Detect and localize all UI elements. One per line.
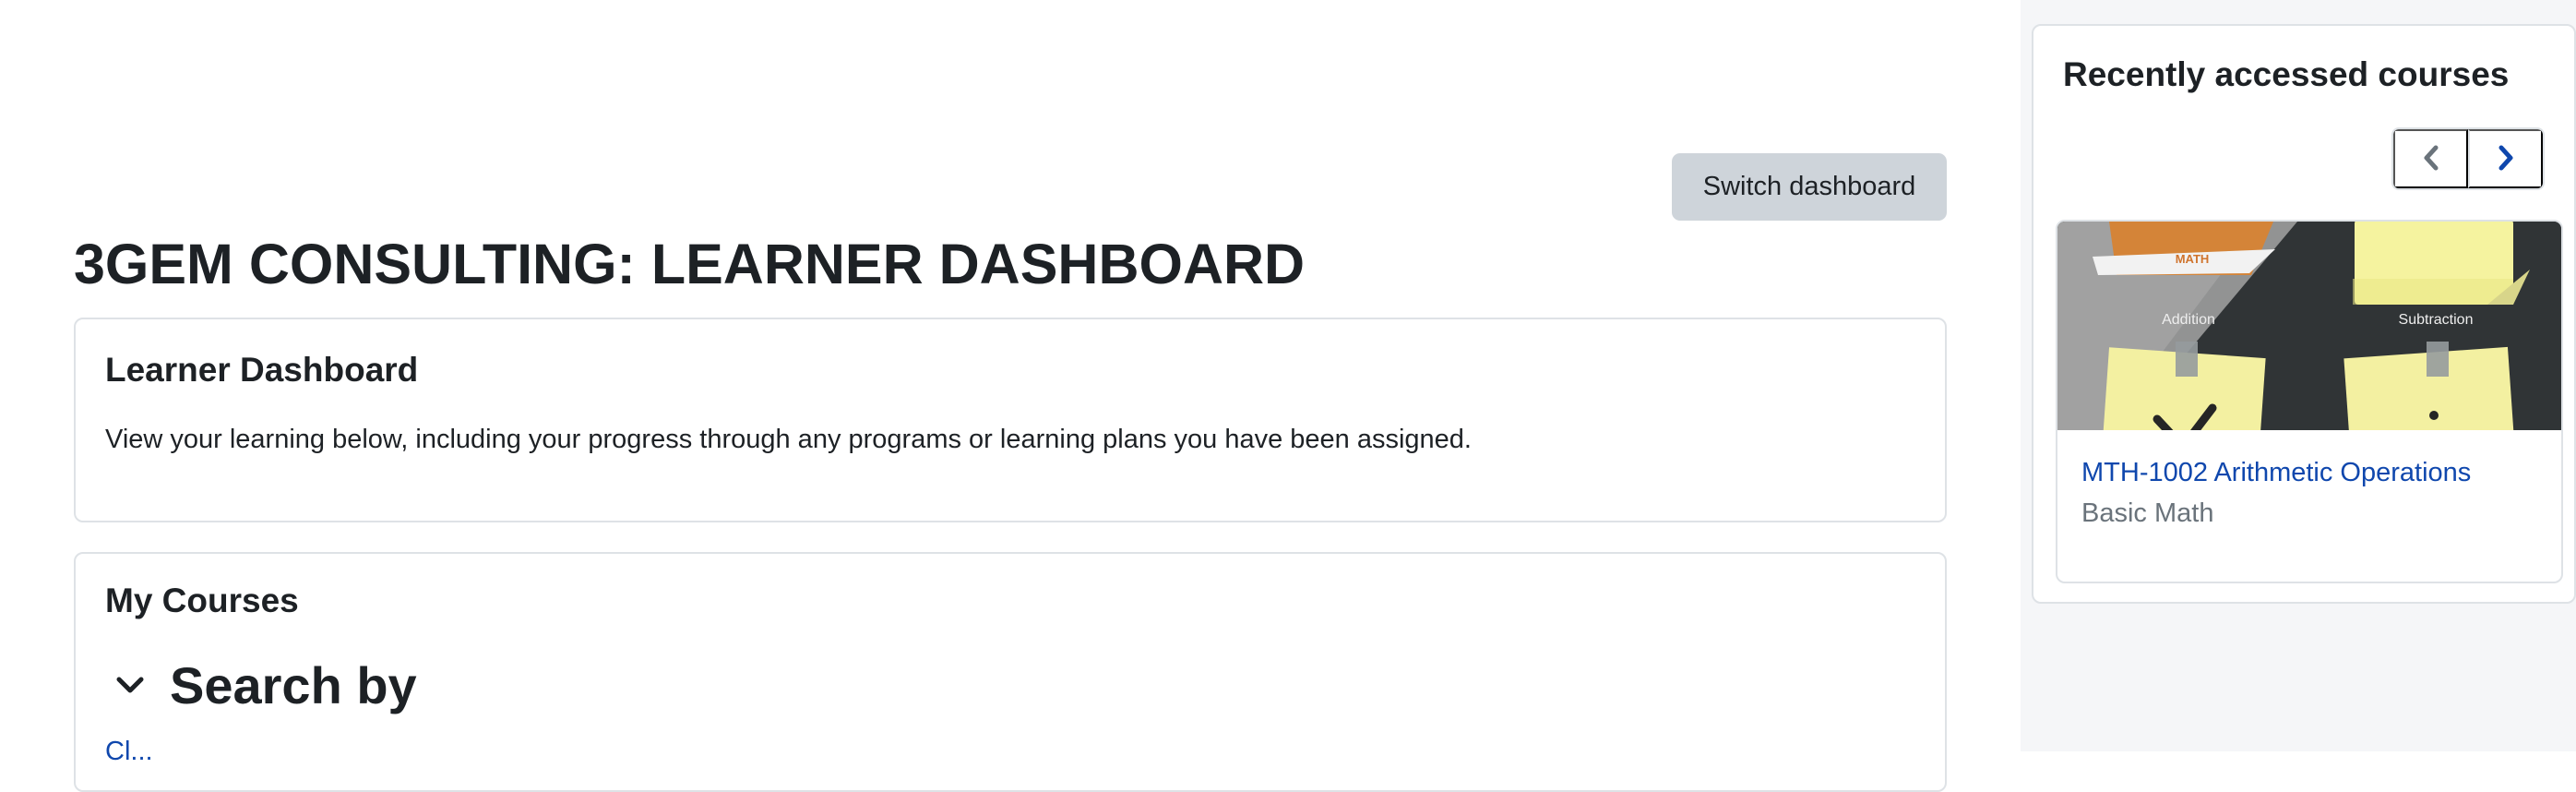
page-title: 3GEM CONSULTING: LEARNER DASHBOARD [74, 233, 1306, 295]
learner-dashboard-description: View your learning below, including your… [105, 425, 1472, 454]
previous-course-button[interactable] [2393, 129, 2468, 188]
next-course-button[interactable] [2468, 129, 2543, 188]
learner-dashboard-title: Learner Dashboard [105, 351, 419, 389]
search-by-heading: Search by [170, 656, 417, 714]
course-image[interactable]: MATH Addition Subtraction [2057, 222, 2561, 430]
search-by-toggle[interactable]: Search by [114, 655, 417, 716]
recently-accessed-courses-block: Recently accessed courses MATH Addition … [2032, 24, 2576, 604]
chevron-down-icon[interactable] [114, 670, 146, 702]
course-category: Basic Math [2081, 498, 2214, 528]
course-image-right-label: Subtraction [2399, 312, 2474, 328]
my-courses-card: My Courses Search by Cl... [74, 552, 1947, 792]
course-image-banner-text: MATH [2176, 252, 2210, 266]
clear-filters-link[interactable]: Cl... [105, 737, 153, 767]
my-courses-title: My Courses [105, 582, 299, 619]
chevron-left-icon [2421, 144, 2441, 174]
course-image-graphic: MATH Addition Subtraction [2057, 222, 2561, 430]
switch-dashboard-button[interactable]: Switch dashboard [1672, 153, 1947, 221]
main-content: Switch dashboard 3GEM CONSULTING: LEARNE… [0, 0, 2021, 792]
chevron-right-icon [2496, 144, 2516, 174]
learner-dashboard-card: Learner Dashboard View your learning bel… [74, 318, 1947, 522]
course-carousel-navigation [2391, 127, 2545, 190]
course-image-left-label: Addition [2162, 312, 2215, 328]
course-card[interactable]: MATH Addition Subtraction MTH-1002 Arith… [2056, 220, 2563, 583]
recently-accessed-courses-title: Recently accessed courses [2063, 55, 2510, 93]
course-name-link[interactable]: MTH-1002 Arithmetic Operations [2081, 458, 2471, 488]
